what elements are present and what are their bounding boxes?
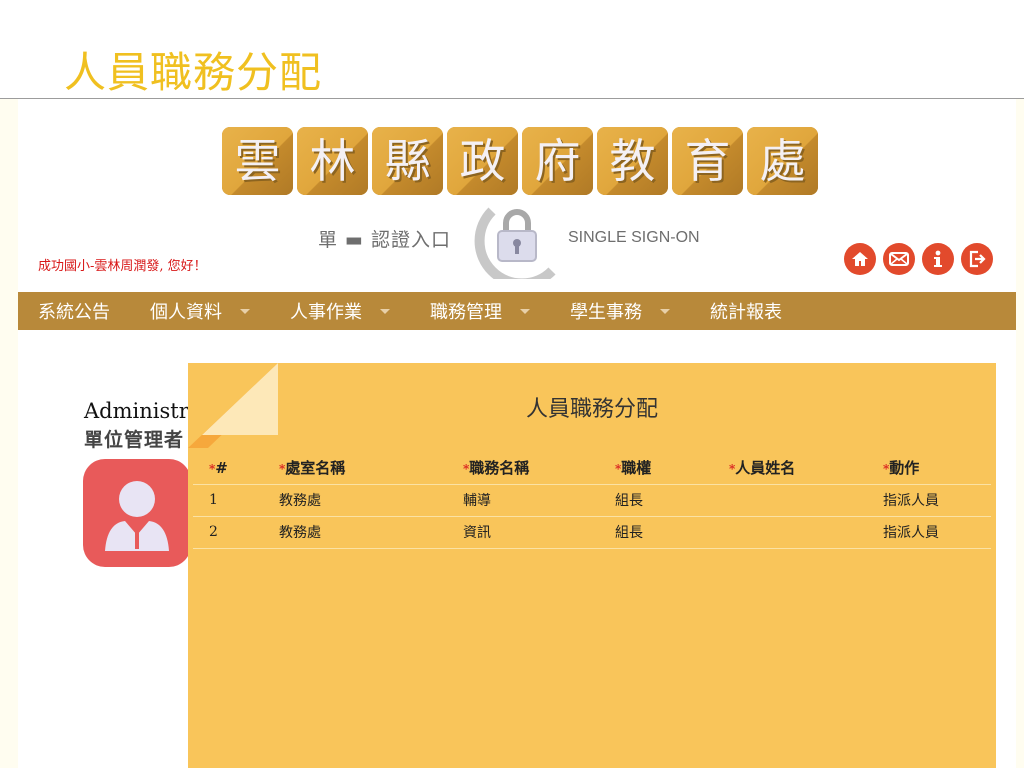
banner-tile: 育 — [672, 127, 743, 195]
banner-char: 處 — [759, 134, 806, 188]
nav-item-label: 人事作業 — [290, 302, 362, 323]
nav-item-2[interactable]: 人事作業 — [270, 292, 410, 330]
nav-item-label: 系統公告 — [38, 302, 110, 323]
col-number: *# — [193, 452, 263, 485]
banner-char: 政 — [459, 134, 506, 188]
banner-char: 縣 — [384, 134, 431, 188]
col-position: *職務名稱 — [433, 452, 603, 485]
nav-item-label: 統計報表 — [710, 302, 782, 323]
table-row: 1 教務處 輔導 組長 指派人員 — [193, 484, 991, 517]
cell-office: 教務處 — [263, 484, 433, 517]
col-action: *動作 — [873, 452, 991, 485]
caret-down-icon — [520, 308, 530, 314]
banner-tile: 府 — [522, 127, 593, 195]
nav-item-5[interactable]: 統計報表 — [690, 292, 802, 330]
logout-icon[interactable] — [961, 243, 993, 275]
table-row: 2 教務處 資訊 組長 指派人員 — [193, 516, 991, 549]
banner-tile: 林 — [297, 127, 368, 195]
assignment-panel: 人員職務分配 *# *處室名稱 *職務名稱 *職權 *人員姓名 *動作 1 教務… — [188, 363, 996, 768]
frame-left — [0, 99, 18, 768]
col-number-label: # — [215, 458, 228, 477]
nav-item-0[interactable]: 系統公告 — [18, 292, 130, 330]
slide: 人員職務分配 雲林縣政府教育處 單 ▬ 認證入口 SINGLE SIGN-ON … — [0, 0, 1024, 768]
banner-tile: 雲 — [222, 127, 293, 195]
col-person: *人員姓名 — [713, 452, 873, 485]
nav-item-3[interactable]: 職務管理 — [410, 292, 550, 330]
caret-down-icon — [380, 308, 390, 314]
greeting-text: 成功國小-雲林周潤發, 您好！ — [38, 259, 207, 274]
slide-title: 人員職務分配 — [64, 48, 323, 97]
banner-tile: 處 — [747, 127, 818, 195]
col-office: *處室名稱 — [263, 452, 433, 485]
caret-down-icon — [240, 308, 250, 314]
panel-corner-fold — [188, 363, 278, 448]
nav-item-4[interactable]: 學生事務 — [550, 292, 690, 330]
nav-item-label: 職務管理 — [430, 302, 502, 323]
assign-person-link[interactable]: 指派人員 — [873, 516, 991, 549]
banner-char: 雲 — [234, 134, 281, 188]
user-role: 單位管理者 — [84, 429, 185, 451]
cell-number: 1 — [193, 484, 263, 517]
top-icon-bar — [844, 243, 993, 275]
assignment-table: *# *處室名稱 *職務名稱 *職權 *人員姓名 *動作 1 教務處 輔導 組長 — [193, 452, 991, 549]
col-action-label: 動作 — [889, 459, 920, 478]
banner-tile: 教 — [597, 127, 668, 195]
banner-tile: 縣 — [372, 127, 443, 195]
lock-icon — [474, 207, 556, 279]
sso-subtitle: SINGLE SIGN-ON — [568, 229, 700, 246]
avatar — [83, 459, 191, 567]
cell-role: 組長 — [603, 516, 713, 549]
cell-position: 資訊 — [433, 516, 603, 549]
main-nav: 系統公告 個人資料 人事作業 職務管理 學生事務 統計報表 — [18, 292, 1016, 330]
cell-role: 組長 — [603, 484, 713, 517]
cell-person — [713, 484, 873, 517]
banner-tile: 政 — [447, 127, 518, 195]
cell-number: 2 — [193, 516, 263, 549]
col-office-label: 處室名稱 — [285, 459, 346, 478]
table-header-row: *# *處室名稱 *職務名稱 *職權 *人員姓名 *動作 — [193, 452, 991, 485]
frame-right — [1016, 99, 1024, 768]
info-icon[interactable] — [922, 243, 954, 275]
cell-office: 教務處 — [263, 516, 433, 549]
banner-char: 育 — [684, 134, 731, 188]
banner-char: 林 — [309, 134, 356, 188]
banner-logo: 雲林縣政府教育處 — [222, 127, 818, 195]
col-position-label: 職務名稱 — [469, 459, 530, 478]
banner-char: 府 — [534, 134, 581, 188]
col-person-label: 人員姓名 — [735, 459, 796, 478]
col-role-label: 職權 — [621, 459, 652, 478]
cell-position: 輔導 — [433, 484, 603, 517]
caret-down-icon — [660, 308, 670, 314]
panel-title: 人員職務分配 — [525, 397, 658, 422]
banner-char: 教 — [609, 134, 656, 188]
col-role: *職權 — [603, 452, 713, 485]
nav-item-1[interactable]: 個人資料 — [130, 292, 270, 330]
home-icon[interactable] — [844, 243, 876, 275]
screenshot-area: 雲林縣政府教育處 單 ▬ 認證入口 SINGLE SIGN-ON 成功國小-雲林… — [18, 99, 1016, 768]
mail-icon[interactable] — [883, 243, 915, 275]
nav-item-label: 學生事務 — [570, 302, 642, 323]
nav-item-label: 個人資料 — [150, 302, 222, 323]
sso-label: 單 ▬ 認證入口 — [318, 229, 452, 251]
cell-person — [713, 516, 873, 549]
assign-person-link[interactable]: 指派人員 — [873, 484, 991, 517]
